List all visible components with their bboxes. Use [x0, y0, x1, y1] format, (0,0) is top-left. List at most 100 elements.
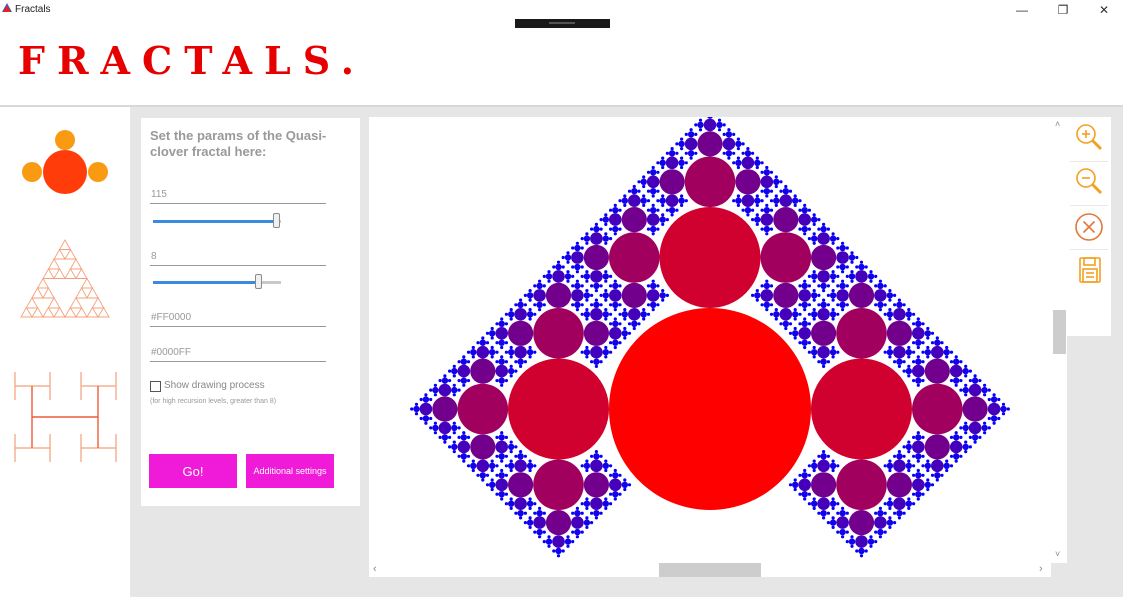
fractal-circle: [659, 197, 666, 204]
fractal-circle: [621, 207, 647, 233]
fractal-circle: [623, 487, 627, 492]
fractal-circle: [612, 207, 619, 214]
fractal-circle: [514, 345, 527, 359]
save-button[interactable]: [1071, 251, 1108, 291]
fractal-circle: [500, 345, 504, 350]
fractal-circle: [528, 308, 532, 312]
zoom-in-button[interactable]: [1071, 119, 1108, 159]
fractal-circle: [883, 464, 887, 468]
fractal-circle: [987, 397, 991, 402]
fractal-circle: [983, 383, 987, 387]
recursion-slider[interactable]: [153, 274, 281, 290]
zoom-out-button[interactable]: [1071, 163, 1108, 203]
fractal-circle: [528, 459, 532, 463]
fractal-circle: [845, 265, 849, 269]
fractal-circle: [874, 511, 878, 515]
fractal-circle: [886, 462, 894, 469]
fractal-circle: [438, 421, 452, 435]
fractal-circle: [590, 270, 603, 283]
size-slider[interactable]: [153, 213, 281, 229]
size-slider-thumb[interactable]: [273, 213, 281, 228]
fractal-circle: [934, 472, 941, 479]
fractal-circle: [504, 435, 508, 439]
fractal-circle: [613, 497, 617, 501]
fractal-circle: [820, 301, 827, 308]
fractal-circle: [590, 227, 594, 231]
fractal-circle: [930, 473, 935, 477]
fractal-circle: [971, 377, 979, 384]
fractal-circle: [793, 326, 797, 331]
fractal-circle: [661, 289, 665, 293]
clear-button[interactable]: [1071, 207, 1108, 247]
scroll-up-icon[interactable]: ˄: [1055, 119, 1060, 129]
fractal-circle: [642, 194, 646, 198]
fractal-circle: [433, 393, 437, 397]
fractal-circle: [665, 293, 669, 297]
horizontal-scrollbar[interactable]: ‹ ›: [369, 563, 1051, 577]
fractal-circle: [831, 459, 835, 463]
drag-handle[interactable]: [515, 19, 610, 28]
fractal-circle: [495, 341, 499, 345]
fractal-circle: [763, 188, 770, 195]
fractal-circle: [912, 502, 916, 506]
fractal-circle: [574, 282, 581, 290]
fractal-circle: [788, 322, 793, 326]
fractal-circle: [812, 459, 816, 463]
restore-button[interactable]: ❐: [1044, 0, 1082, 22]
fractal-circle: [953, 358, 960, 365]
fractal-circle: [807, 312, 811, 316]
fractal-circle: [949, 364, 963, 378]
recursion-input[interactable]: [150, 247, 326, 266]
fractal-circle: [571, 516, 584, 529]
fractal-circle: [533, 459, 584, 511]
fractal-circle: [831, 279, 835, 283]
scroll-left-icon[interactable]: ‹: [373, 563, 377, 575]
fractal-circle: [926, 345, 930, 350]
vertical-scrollbar[interactable]: ˄ ˅: [1051, 117, 1067, 563]
close-button[interactable]: ✕: [1085, 0, 1123, 22]
fractal-circle: [883, 502, 887, 506]
recursion-slider-thumb[interactable]: [255, 274, 263, 289]
fractal-circle: [495, 473, 499, 477]
fractal-circle: [585, 279, 589, 283]
go-button[interactable]: Go!: [149, 454, 237, 488]
fractal-circle: [661, 213, 665, 217]
scroll-down-icon[interactable]: ˅: [1055, 549, 1060, 559]
fractal-circle: [779, 322, 783, 326]
fractal-circle: [826, 511, 830, 515]
fractal-circle: [504, 473, 508, 477]
sidebar-item-h-tree[interactable]: [10, 368, 117, 468]
fractal-circle: [971, 434, 979, 441]
horizontal-scroll-thumb[interactable]: [659, 563, 761, 577]
fractal-circle: [599, 227, 603, 231]
fractal-circle: [817, 345, 830, 359]
fractal-canvas[interactable]: [369, 117, 1051, 563]
sidebar-item-quasi-clover[interactable]: [10, 127, 110, 197]
minimize-button[interactable]: —: [1003, 0, 1041, 22]
color1-input[interactable]: [150, 308, 326, 327]
size-input[interactable]: [150, 185, 326, 204]
fractal-circle: [754, 216, 761, 223]
fractal-circle: [1006, 407, 1010, 411]
fractal-circle: [585, 525, 589, 529]
fractal-circle: [959, 379, 963, 383]
fractal-circle: [934, 339, 941, 346]
toolbar-divider: [1070, 249, 1108, 250]
additional-settings-button[interactable]: Additional settings: [246, 454, 334, 488]
fractal-circle: [602, 349, 609, 356]
scroll-right-icon[interactable]: ›: [1039, 563, 1043, 575]
fractal-circle: [831, 525, 835, 529]
color2-input[interactable]: [150, 343, 326, 362]
fractal-circle: [514, 497, 527, 511]
fractal-circle: [774, 184, 778, 189]
fractal-circle: [604, 468, 608, 473]
show-drawing-checkbox[interactable]: [150, 381, 161, 392]
fractal-circle: [429, 388, 433, 392]
sidebar-item-sierpinski[interactable]: [10, 238, 110, 320]
fractal-circle: [831, 270, 835, 274]
fractal-circle: [921, 322, 925, 326]
fractal-circle: [836, 237, 840, 241]
fractal-circle: [547, 270, 551, 274]
fractal-circle: [604, 279, 608, 283]
vertical-scroll-thumb[interactable]: [1053, 310, 1066, 354]
